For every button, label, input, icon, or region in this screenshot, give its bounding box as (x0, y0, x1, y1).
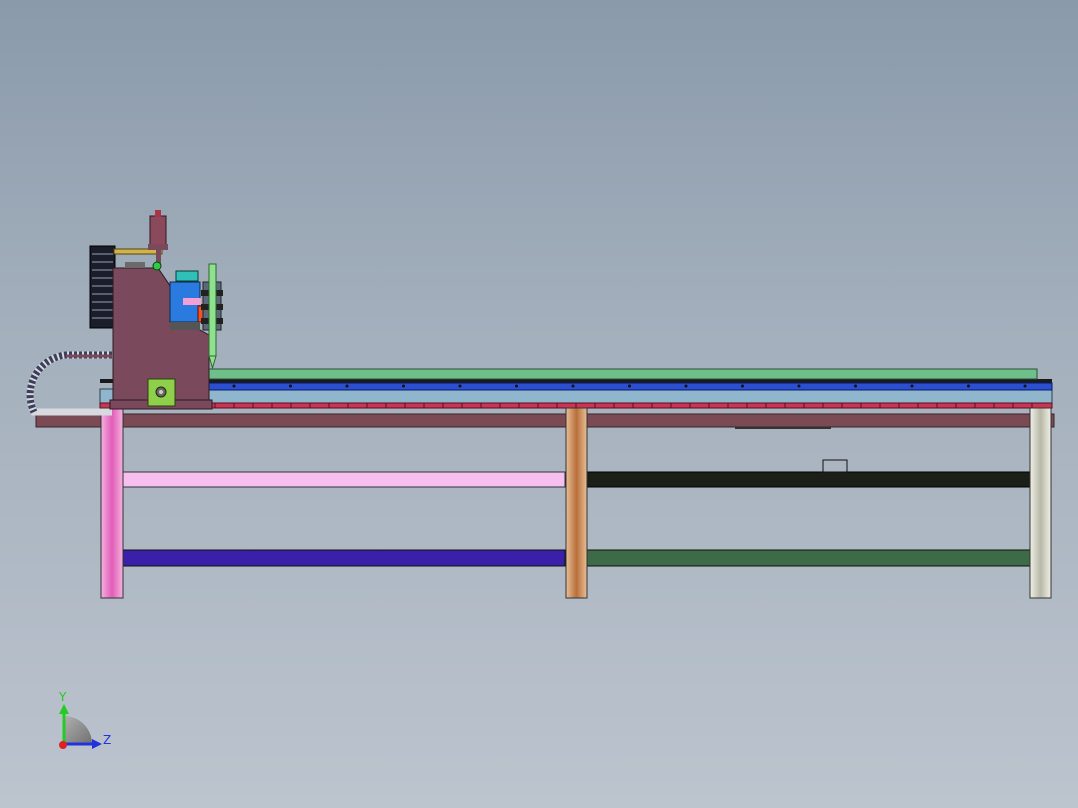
rail-bolt (232, 384, 236, 388)
rail-bolt (345, 384, 349, 388)
orientation-triad: Y Z (58, 690, 111, 749)
z-motor (149, 215, 167, 249)
motor-housing (175, 270, 199, 282)
beam-black (586, 471, 1031, 488)
radiator-block (89, 245, 116, 329)
rail-bolt (515, 384, 518, 388)
cad-viewport[interactable]: Y Z (0, 0, 1078, 808)
rail-blue (199, 382, 1053, 391)
rail-bolt (797, 384, 801, 388)
rail-lightblue (99, 388, 1053, 404)
table-bottom-bracket (735, 427, 831, 429)
beam-pink (122, 471, 566, 488)
rail-bolt (458, 384, 462, 388)
rail-bolt (289, 384, 292, 388)
x-axis-origin (59, 741, 67, 749)
leg-left (100, 407, 124, 599)
rail-bolt (967, 384, 970, 388)
rail-bolt (910, 384, 914, 388)
rail-bolt (854, 384, 857, 388)
leg-middle (565, 407, 588, 599)
leg-right (1029, 407, 1052, 599)
beam-purple (122, 549, 566, 567)
rail-bolt (741, 384, 744, 388)
rail-green (204, 368, 1038, 380)
rail-bolt (1023, 384, 1027, 388)
y-axis-label: Y (58, 690, 67, 704)
rail-bolt (684, 384, 688, 388)
rail-top-dark (100, 379, 1052, 383)
rail-bolt (402, 384, 405, 388)
bracket-small (822, 459, 848, 473)
rail-bolt (628, 384, 631, 388)
beam-green (586, 549, 1031, 567)
z-axis-label: Z (103, 733, 111, 747)
triad-quadrant (64, 716, 92, 744)
table-top-frame (35, 413, 1055, 428)
rail-bolt (571, 384, 575, 388)
plasma-torch (208, 263, 217, 357)
